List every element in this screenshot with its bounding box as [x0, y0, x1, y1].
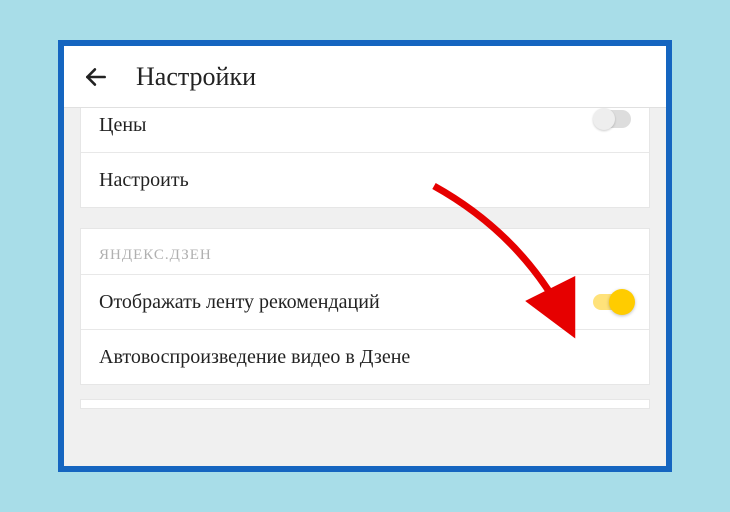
row-autoplay[interactable]: Автовоспроизведение видео в Дзене	[81, 330, 649, 384]
row-configure[interactable]: Настроить	[81, 153, 649, 207]
row-prices-label: Цены	[99, 112, 146, 138]
settings-screen: Настройки Цены Настроить ЯНДЕКС.ДЗЕН Ото…	[58, 40, 672, 472]
settings-group-next	[80, 399, 650, 409]
row-autoplay-label: Автовоспроизведение видео в Дзене	[99, 344, 410, 370]
row-show-feed[interactable]: Отображать ленту рекомендаций	[81, 275, 649, 330]
section-header-zen: ЯНДЕКС.ДЗЕН	[81, 229, 649, 275]
page-title: Настройки	[136, 62, 256, 92]
row-show-feed-label: Отображать ленту рекомендаций	[99, 289, 380, 315]
back-arrow-icon[interactable]	[82, 63, 110, 91]
settings-group-zen: ЯНДЕКС.ДЗЕН Отображать ленту рекомендаци…	[80, 228, 650, 385]
row-configure-label: Настроить	[99, 167, 189, 193]
row-prices[interactable]: Цены	[81, 108, 649, 153]
toggle-show-feed[interactable]	[593, 294, 631, 310]
settings-content: Цены Настроить ЯНДЕКС.ДЗЕН Отображать ле…	[64, 108, 666, 466]
header-bar: Настройки	[64, 46, 666, 108]
settings-group-1: Цены Настроить	[80, 108, 650, 208]
toggle-prices[interactable]	[595, 110, 631, 128]
